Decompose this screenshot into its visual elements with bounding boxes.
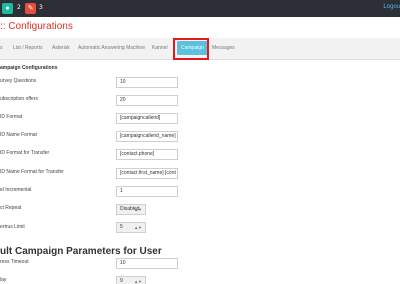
label-survey-questions: urvey Questions (0, 78, 37, 84)
tab-asterisk[interactable]: Asterisk (52, 45, 70, 51)
chat-badge: 2 (17, 4, 21, 11)
input-subscription-offers[interactable]: 20 (116, 95, 178, 106)
label-callerid-format-transfer: ID Format for Transfer (0, 150, 50, 156)
label-incremental: el Incremental (0, 187, 32, 193)
tab-partial[interactable]: s (0, 45, 3, 51)
chevron-down-icon: ▲▼ (134, 279, 142, 284)
label-retries-limit: ertrus Limit (0, 224, 25, 230)
chevron-down-icon: ▲▼ (134, 207, 142, 212)
page-title: :: Configurations (0, 21, 73, 32)
input-survey-questions[interactable]: 10 (116, 77, 178, 88)
select-retries-limit-value: 5 (120, 224, 123, 230)
input-callerid-format-transfer[interactable]: [contact.phone] (116, 149, 178, 160)
input-callerid-format[interactable]: [campaigncallerid] (116, 113, 178, 124)
select-retries-limit[interactable]: 5 ▲▼ (116, 222, 146, 233)
tab-automatic-answering-machine[interactable]: Automatic Answering Machine (78, 45, 145, 51)
top-bar: ● 2 ✎ 3 Logou (0, 0, 400, 17)
label-callerid-name-format: ID Name Format (0, 132, 37, 138)
input-callerid-name-format[interactable]: [campaigncallerid_name] (116, 131, 178, 142)
label-press-timeout: ress Timeout (0, 259, 29, 265)
label-callerid-name-format-transfer: ID Name Format for Transfer (0, 169, 64, 175)
label-delay: lay (0, 277, 7, 283)
label-repeat: ct Repeat (0, 205, 22, 211)
label-callerid-format: ID Format (0, 114, 23, 120)
config-panel: ampaign Configurations urvey Questions 1… (0, 60, 400, 284)
select-repeat[interactable]: Disabled ▲▼ (116, 204, 146, 215)
input-press-timeout[interactable]: 10 (116, 258, 178, 269)
tab-kannel[interactable]: Kannel (152, 45, 168, 51)
input-incremental[interactable]: 1 (116, 186, 178, 197)
chevron-down-icon: ▲▼ (134, 225, 142, 230)
chat-icon[interactable]: ● (2, 3, 13, 14)
edit-icon[interactable]: ✎ (25, 3, 36, 14)
input-callerid-name-format-transfer[interactable]: [contact.first_name] [cont (116, 168, 178, 179)
edit-badge: 3 (39, 4, 43, 11)
label-subscription-offers: ubscription offers (0, 96, 38, 102)
tab-messages[interactable]: Messages (212, 45, 235, 51)
logout-link[interactable]: Logou (383, 4, 400, 10)
tab-highlight-box (173, 38, 209, 60)
select-delay[interactable]: 9 ▲▼ (116, 276, 146, 284)
section-title-default-params: ult Campaign Parameters for User (0, 246, 162, 257)
tab-list-reports[interactable]: List / Reports (13, 45, 42, 51)
select-delay-value: 9 (120, 278, 123, 284)
page-header: :: Configurations (0, 17, 400, 38)
section-title-campaign: ampaign Configurations (0, 65, 58, 71)
